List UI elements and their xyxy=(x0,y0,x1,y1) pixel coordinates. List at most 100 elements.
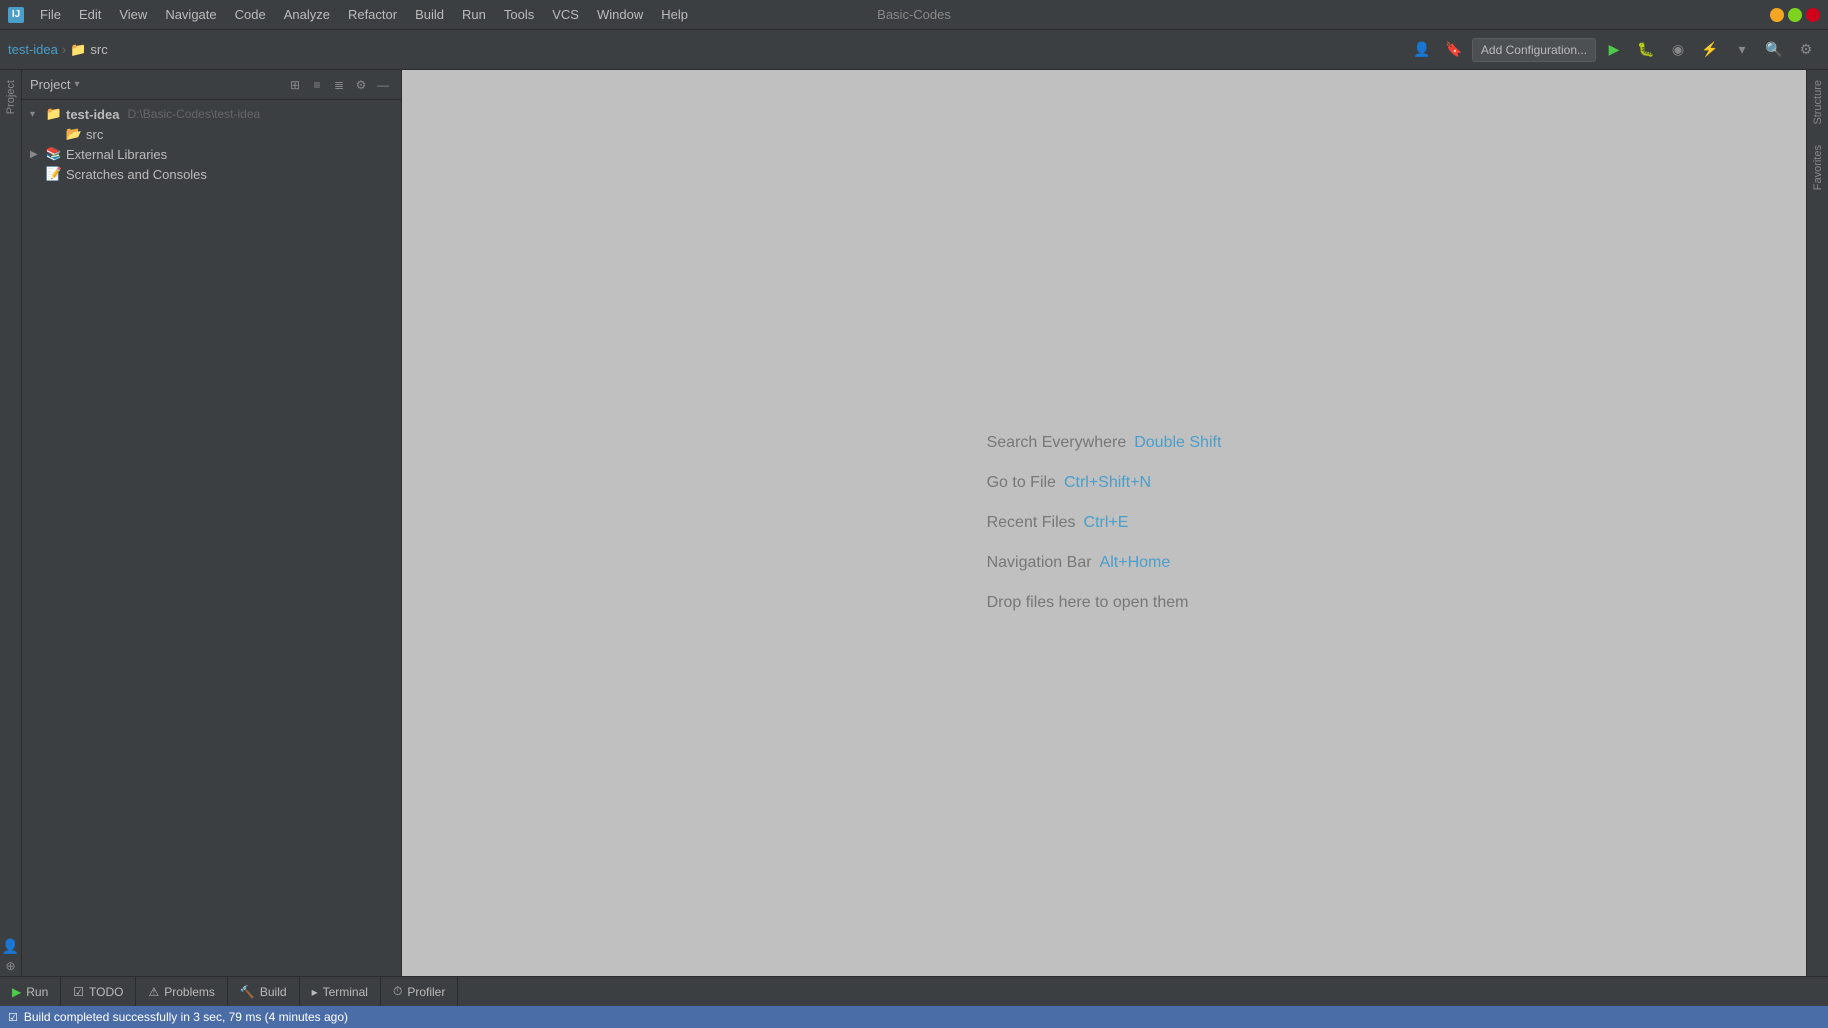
close-button[interactable] xyxy=(1806,8,1820,22)
status-message: Build completed successfully in 3 sec, 7… xyxy=(24,1010,348,1024)
bookmark-button[interactable]: 🔖 xyxy=(1440,36,1468,64)
terminal-tab-label: Terminal xyxy=(323,985,368,999)
menu-view[interactable]: View xyxy=(111,4,155,25)
build-tab-label: Build xyxy=(260,985,287,999)
problems-tab-label: Problems xyxy=(164,985,215,999)
app-icon: IJ xyxy=(8,7,24,23)
hint-navigation-bar: Navigation Bar Alt+Home xyxy=(987,554,1171,572)
breadcrumb: test-idea › 📁 src xyxy=(8,42,108,58)
minimize-button[interactable] xyxy=(1770,8,1784,22)
hint-drop-files: Drop files here to open them xyxy=(987,594,1189,612)
bottom-bar: ▶ Run ☑ TODO ⚠ Problems 🔨 Build ▸ Termin… xyxy=(0,976,1828,1006)
run-tab-label: Run xyxy=(26,985,48,999)
menu-edit[interactable]: Edit xyxy=(71,4,109,25)
tree-label-external-libs: External Libraries xyxy=(66,147,167,162)
tree-label-src: src xyxy=(86,127,103,142)
todo-tab-label: TODO xyxy=(89,985,123,999)
project-panel-header: Project ▾ ⊞ ≡ ≣ ⚙ — xyxy=(22,70,401,100)
profile-button[interactable]: ⚡ xyxy=(1696,36,1724,64)
tab-todo[interactable]: ☑ TODO xyxy=(61,977,136,1006)
tree-path-test-idea: D:\Basic-Codes\test-idea xyxy=(127,107,260,121)
more-run-options[interactable]: ▾ xyxy=(1728,36,1756,64)
menu-tools[interactable]: Tools xyxy=(496,4,542,25)
add-configuration-button[interactable]: Add Configuration... xyxy=(1472,38,1596,62)
hint-search-everywhere: Search Everywhere Double Shift xyxy=(987,434,1222,452)
tree-item-test-idea[interactable]: ▾ 📁 test-idea D:\Basic-Codes\test-idea xyxy=(22,104,401,124)
folder-icon-src: 📂 xyxy=(66,126,82,142)
menu-file[interactable]: File xyxy=(32,4,69,25)
project-tree: ▾ 📁 test-idea D:\Basic-Codes\test-idea 📂… xyxy=(22,100,401,976)
tree-label-scratches: Scratches and Consoles xyxy=(66,167,207,182)
tree-item-src[interactable]: 📂 src xyxy=(22,124,401,144)
status-bar: ☑ Build completed successfully in 3 sec,… xyxy=(0,1006,1828,1028)
minimize-panel-button[interactable]: — xyxy=(373,75,393,95)
sidebar-item-project[interactable]: Project xyxy=(1,70,21,124)
settings-button[interactable]: ⚙ xyxy=(1792,36,1820,64)
project-panel: Project ▾ ⊞ ≡ ≣ ⚙ — ▾ 📁 test-idea D:\Bas… xyxy=(22,70,402,976)
tab-terminal[interactable]: ▸ Terminal xyxy=(300,977,381,1006)
menu-run[interactable]: Run xyxy=(454,4,494,25)
hint-search-text: Search Everywhere xyxy=(987,434,1127,452)
tab-run[interactable]: ▶ Run xyxy=(0,977,61,1006)
search-everywhere-button[interactable]: 🔍 xyxy=(1760,36,1788,64)
right-vertical-tabs: Structure Favorites xyxy=(1806,70,1828,976)
terminal-tab-icon: ▸ xyxy=(312,985,318,999)
menu-build[interactable]: Build xyxy=(407,4,452,25)
run-tab-icon: ▶ xyxy=(12,985,21,999)
menu-analyze[interactable]: Analyze xyxy=(276,4,338,25)
breadcrumb-sep1: › xyxy=(62,42,66,57)
menu-code[interactable]: Code xyxy=(227,4,274,25)
menu-window[interactable]: Window xyxy=(589,4,651,25)
run-button[interactable]: ▶ xyxy=(1600,36,1628,64)
status-icon: ☑ xyxy=(8,1011,18,1024)
tab-profiler[interactable]: ⏱ Profiler xyxy=(381,977,458,1006)
profiler-tab-icon: ⏱ xyxy=(393,984,402,999)
settings-gear-button[interactable]: ⚙ xyxy=(351,75,371,95)
window-controls xyxy=(1770,8,1820,22)
sidebar-item-structure[interactable]: Structure xyxy=(1808,70,1828,135)
sort-type-button[interactable]: ≣ xyxy=(329,75,349,95)
maximize-button[interactable] xyxy=(1788,8,1802,22)
tree-item-external-libs[interactable]: ▶ 📚 External Libraries xyxy=(22,144,401,164)
sidebar-item-icon2[interactable]: ⊕ xyxy=(1,956,21,976)
collapse-all-button[interactable]: ⊞ xyxy=(285,75,305,95)
tree-arrow-ext: ▶ xyxy=(30,149,42,160)
profiler-tab-label: Profiler xyxy=(407,985,445,999)
breadcrumb-folder[interactable]: src xyxy=(90,42,107,57)
hint-goto-file: Go to File Ctrl+Shift+N xyxy=(987,474,1152,492)
account-button[interactable]: 👤 xyxy=(1408,36,1436,64)
tree-label-test-idea: test-idea xyxy=(66,107,119,122)
tree-arrow-test-idea: ▾ xyxy=(30,109,42,120)
sidebar-item-icon1[interactable]: 👤 xyxy=(1,936,21,956)
tab-problems[interactable]: ⚠ Problems xyxy=(136,977,227,1006)
project-panel-arrow[interactable]: ▾ xyxy=(74,79,79,90)
problems-tab-icon: ⚠ xyxy=(148,985,159,999)
scratches-icon: 📝 xyxy=(46,166,62,182)
menu-vcs[interactable]: VCS xyxy=(544,4,587,25)
panel-actions: ⊞ ≡ ≣ ⚙ — xyxy=(285,75,393,95)
menu-navigate[interactable]: Navigate xyxy=(157,4,224,25)
tool-tabs: ▶ Run ☑ TODO ⚠ Problems 🔨 Build ▸ Termin… xyxy=(0,977,458,1006)
debug-button[interactable]: 🐛 xyxy=(1632,36,1660,64)
hint-recent-shortcut: Ctrl+E xyxy=(1084,514,1129,532)
window-title: Basic-Codes xyxy=(877,7,951,22)
left-vertical-tabs: Project 👤 ⊕ xyxy=(0,70,22,976)
hint-navbar-text: Navigation Bar xyxy=(987,554,1092,572)
title-bar: IJ File Edit View Navigate Code Analyze … xyxy=(0,0,1828,30)
hint-search-shortcut: Double Shift xyxy=(1134,434,1221,452)
menu-help[interactable]: Help xyxy=(653,4,696,25)
run-with-coverage-button[interactable]: ◉ xyxy=(1664,36,1692,64)
project-title-label: Project xyxy=(30,77,70,92)
tab-build[interactable]: 🔨 Build xyxy=(228,977,300,1006)
main-content: Project 👤 ⊕ Project ▾ ⊞ ≡ ≣ ⚙ — ▾ 📁 xyxy=(0,70,1828,976)
sidebar-item-favorites[interactable]: Favorites xyxy=(1808,135,1828,200)
hint-goto-shortcut: Ctrl+Shift+N xyxy=(1064,474,1151,492)
breadcrumb-project[interactable]: test-idea xyxy=(8,42,58,57)
tree-item-scratches[interactable]: 📝 Scratches and Consoles xyxy=(22,164,401,184)
editor-area: Search Everywhere Double Shift Go to Fil… xyxy=(402,70,1806,976)
sort-button[interactable]: ≡ xyxy=(307,75,327,95)
todo-tab-icon: ☑ xyxy=(73,985,84,999)
hint-recent-files: Recent Files Ctrl+E xyxy=(987,514,1129,532)
menu-refactor[interactable]: Refactor xyxy=(340,4,405,25)
folder-icon-test-idea: 📁 xyxy=(46,106,62,122)
